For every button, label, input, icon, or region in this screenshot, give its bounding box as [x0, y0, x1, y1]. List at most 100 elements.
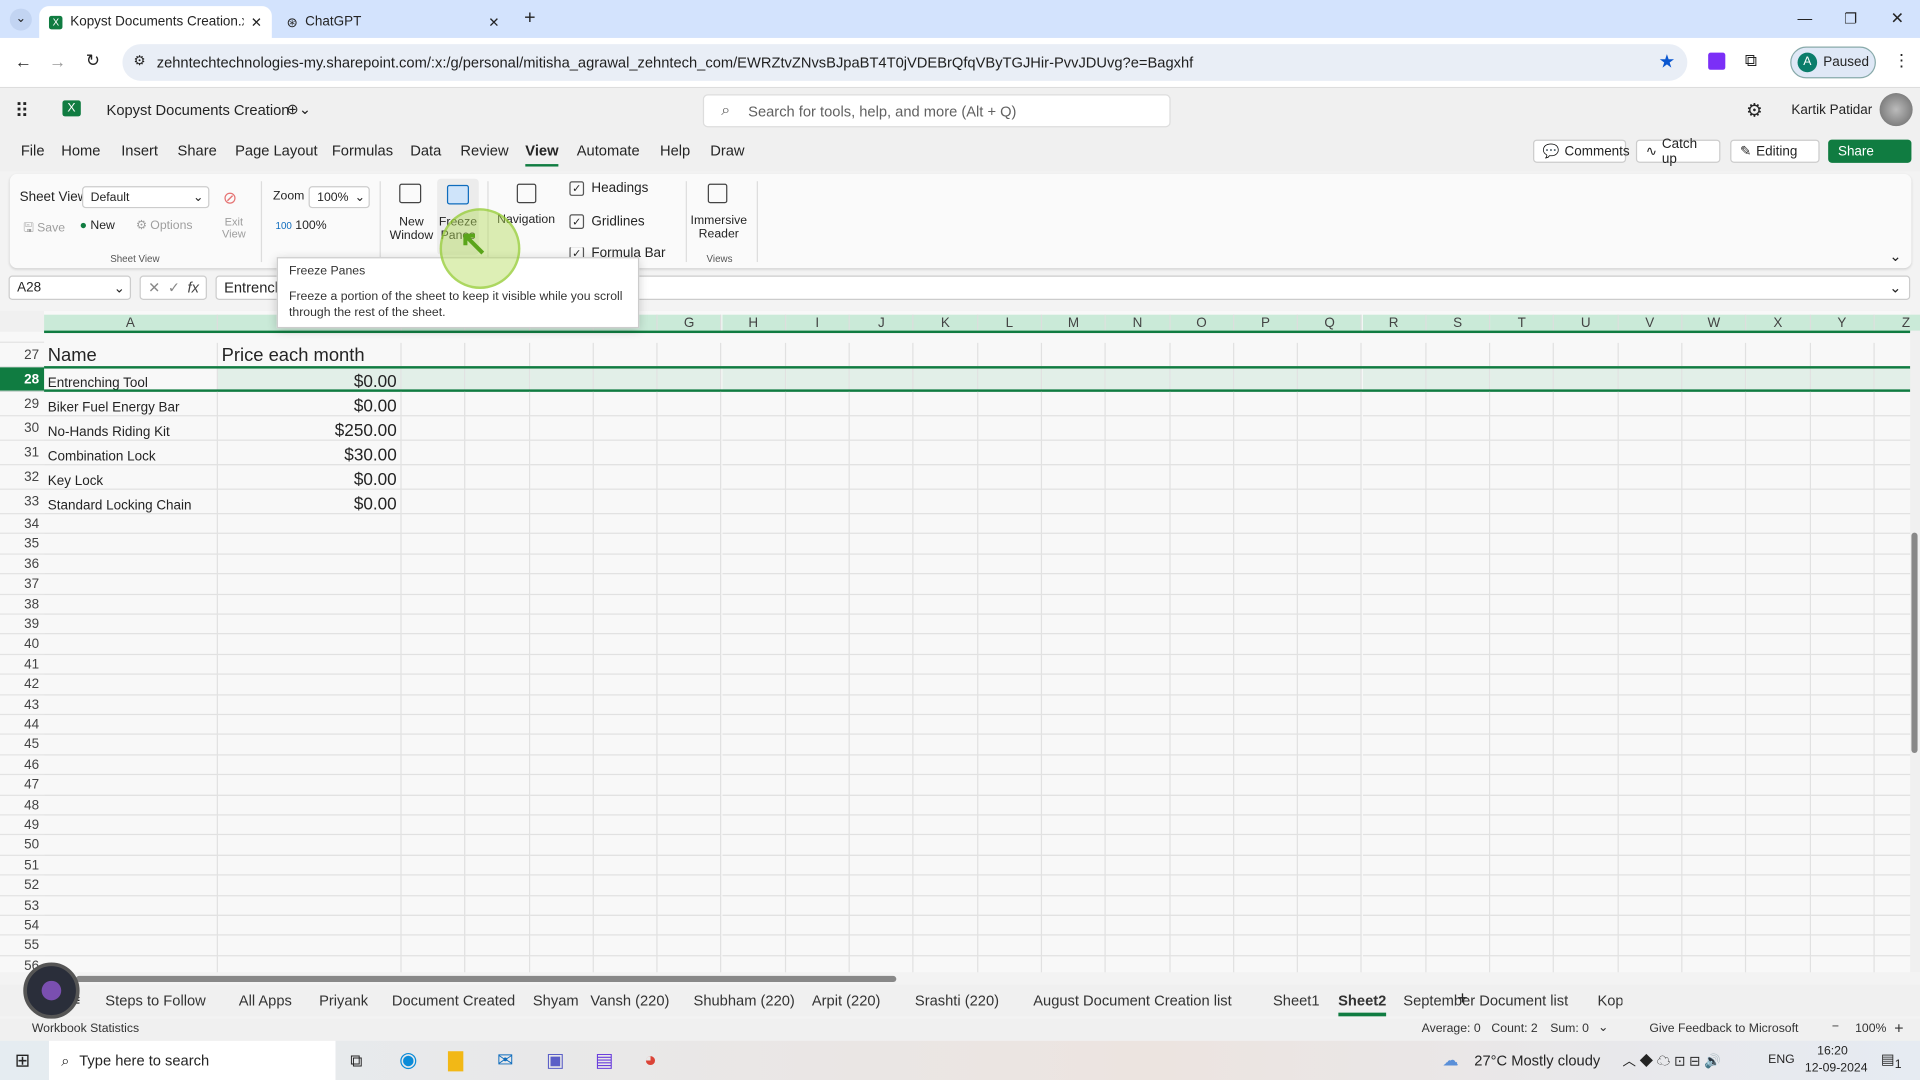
- cell-E35[interactable]: [529, 534, 594, 555]
- cell-V28[interactable]: [1618, 367, 1683, 392]
- cell-G50[interactable]: [657, 835, 722, 856]
- cell-G55[interactable]: [657, 935, 722, 957]
- cell-B42[interactable]: [217, 674, 402, 695]
- cell-E46[interactable]: [529, 755, 594, 776]
- app-launcher-icon[interactable]: ⠿: [15, 99, 29, 123]
- cell-D41[interactable]: [465, 654, 530, 675]
- cell-S34[interactable]: [1426, 514, 1491, 535]
- cell-F44[interactable]: [593, 715, 658, 736]
- cell-H39[interactable]: [721, 614, 786, 635]
- cell-H53[interactable]: [721, 895, 786, 916]
- menu-tab-automate[interactable]: Automate: [577, 142, 640, 159]
- cell-C42[interactable]: [401, 674, 466, 695]
- cell-F31[interactable]: [593, 440, 658, 466]
- cell-G52[interactable]: [657, 875, 722, 896]
- sync-status-icon[interactable]: ⊕⌄: [287, 100, 312, 117]
- cell-T45[interactable]: [1490, 735, 1555, 756]
- cell-R27[interactable]: [1362, 342, 1427, 368]
- cell-C40[interactable]: [401, 634, 466, 655]
- cell-K41[interactable]: [913, 654, 978, 675]
- cell-J55[interactable]: [849, 935, 914, 957]
- menu-tab-review[interactable]: Review: [460, 142, 508, 159]
- cell-W29[interactable]: [1682, 391, 1747, 417]
- cell-J28[interactable]: [849, 367, 914, 392]
- cell-W34[interactable]: [1682, 514, 1747, 535]
- cell-G44[interactable]: [657, 715, 722, 736]
- cell-J50[interactable]: [849, 835, 914, 856]
- cell-X53[interactable]: [1746, 895, 1811, 916]
- cell-I40[interactable]: [785, 634, 850, 655]
- cell-T32[interactable]: [1490, 465, 1555, 490]
- cell-O34[interactable]: [1170, 514, 1235, 535]
- cell-T50[interactable]: [1490, 835, 1555, 856]
- cell-U55[interactable]: [1554, 935, 1619, 957]
- column-header-H[interactable]: H: [721, 314, 786, 332]
- cell-O47[interactable]: [1170, 775, 1235, 796]
- cell-H36[interactable]: [721, 554, 786, 575]
- cell-K50[interactable]: [913, 835, 978, 856]
- cell-K44[interactable]: [913, 715, 978, 736]
- cell-P40[interactable]: [1234, 634, 1299, 655]
- cell-N34[interactable]: [1106, 514, 1171, 535]
- cell-P41[interactable]: [1234, 654, 1299, 675]
- cell-O46[interactable]: [1170, 755, 1235, 776]
- cell-U43[interactable]: [1554, 695, 1619, 716]
- cell-V54[interactable]: [1618, 915, 1683, 936]
- cell-R50[interactable]: [1362, 835, 1427, 856]
- cell-J34[interactable]: [849, 514, 914, 535]
- cell-B55[interactable]: [217, 935, 402, 957]
- gridlines-checkbox[interactable]: ✓ Gridlines: [569, 214, 645, 229]
- cell-G34[interactable]: [657, 514, 722, 535]
- cell-A34[interactable]: [44, 514, 218, 535]
- cell-H32[interactable]: [721, 465, 786, 490]
- cell-I41[interactable]: [785, 654, 850, 675]
- file-explorer-icon[interactable]: ▇: [448, 1048, 463, 1072]
- cell-U31[interactable]: [1554, 440, 1619, 466]
- column-header-R[interactable]: R: [1362, 314, 1427, 332]
- cell-S43[interactable]: [1426, 695, 1491, 716]
- cell-M50[interactable]: [1042, 835, 1107, 856]
- cell-M54[interactable]: [1042, 915, 1107, 936]
- cell-K33[interactable]: [913, 489, 978, 515]
- row-header-32[interactable]: 32: [0, 465, 45, 490]
- cell-W55[interactable]: [1682, 935, 1747, 957]
- cell-S45[interactable]: [1426, 735, 1491, 756]
- cell-J36[interactable]: [849, 554, 914, 575]
- cell-V41[interactable]: [1618, 654, 1683, 675]
- sheet-tab-september-document-list[interactable]: September Document list: [1403, 992, 1568, 1009]
- cell-W28[interactable]: [1682, 367, 1747, 392]
- cell-J47[interactable]: [849, 775, 914, 796]
- settings-gear-icon[interactable]: ⚙: [1746, 99, 1762, 121]
- column-header-A[interactable]: A: [44, 314, 218, 332]
- cell-V52[interactable]: [1618, 875, 1683, 896]
- cell-B35[interactable]: [217, 534, 402, 555]
- cell-M29[interactable]: [1042, 391, 1107, 417]
- sheet-tab-sheet1[interactable]: Sheet1: [1273, 992, 1320, 1009]
- cell-L53[interactable]: [977, 895, 1043, 916]
- cell-O27[interactable]: [1170, 342, 1235, 368]
- cell-D55[interactable]: [465, 935, 530, 957]
- cell-F37[interactable]: [593, 574, 658, 595]
- cell-M47[interactable]: [1042, 775, 1107, 796]
- cell-B28[interactable]: $0.00: [217, 367, 402, 392]
- cell-F46[interactable]: [593, 755, 658, 776]
- cell-Q54[interactable]: [1298, 915, 1363, 936]
- cell-S46[interactable]: [1426, 755, 1491, 776]
- cell-R48[interactable]: [1362, 795, 1427, 816]
- cell-X27[interactable]: [1746, 342, 1811, 368]
- cell-J46[interactable]: [849, 755, 914, 776]
- cell-D45[interactable]: [465, 735, 530, 756]
- cell-M34[interactable]: [1042, 514, 1107, 535]
- cell-J31[interactable]: [849, 440, 914, 466]
- cell-B30[interactable]: $250.00: [217, 416, 402, 441]
- new-window-button[interactable]: New Window: [387, 216, 436, 243]
- cell-D47[interactable]: [465, 775, 530, 796]
- cell-E38[interactable]: [529, 594, 594, 615]
- cell-A49[interactable]: [44, 815, 218, 836]
- cell-C29[interactable]: [401, 391, 466, 417]
- cell-A39[interactable]: [44, 614, 218, 635]
- cell-T37[interactable]: [1490, 574, 1555, 595]
- cell-A44[interactable]: [44, 715, 218, 736]
- cell-P48[interactable]: [1234, 795, 1299, 816]
- cell-U48[interactable]: [1554, 795, 1619, 816]
